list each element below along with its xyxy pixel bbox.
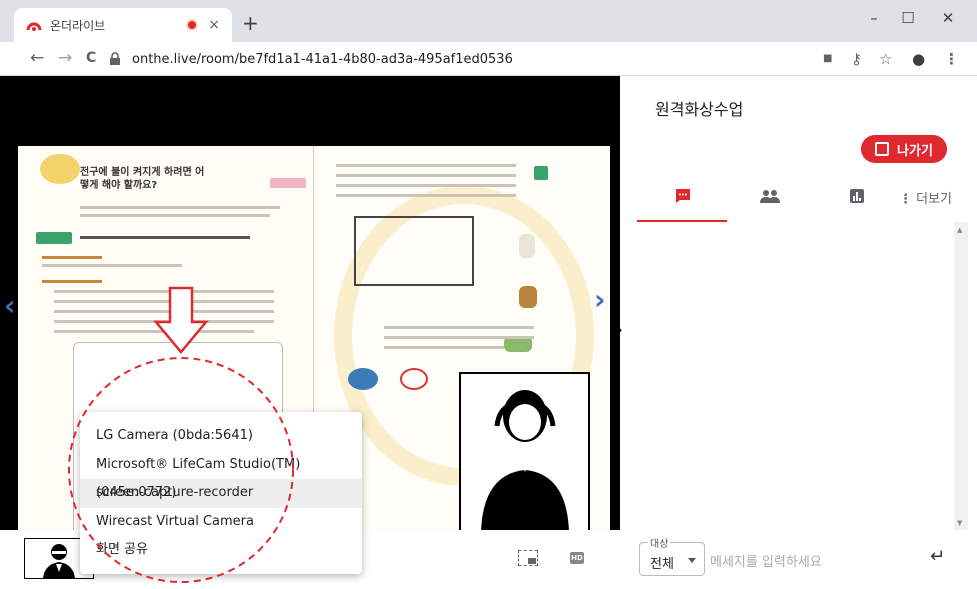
key-icon[interactable]: ⚷ [851,50,862,68]
reload-button[interactable]: C [86,48,96,68]
text-line [336,164,516,167]
bulb-component [519,234,535,258]
maximize-button[interactable]: ☐ [888,6,928,30]
exit-icon [875,142,890,156]
dropdown-caret-icon [688,558,696,563]
menu-item-screen-share[interactable]: 화면 공유 [80,536,362,565]
message-input[interactable]: 메세지를 입력하세요 [710,551,822,570]
text-line [54,320,274,323]
next-page-button[interactable]: › [594,286,606,314]
panel-tabs: ⋮ 더보기 [637,176,977,222]
more-tab[interactable]: ⋮ 더보기 [899,188,952,207]
section-badge [36,232,72,244]
camera-icon[interactable]: ■ [823,50,832,68]
chat-icon[interactable] [675,188,691,204]
text-line [80,206,280,209]
onthelive-logo-icon [26,22,42,31]
camera-source-menu: LG Camera (0bda:5641) Microsoft® LifeCam… [80,412,362,574]
exit-button[interactable]: 나가기 [861,135,947,163]
prev-page-button[interactable]: ‹ [4,292,16,320]
back-button[interactable]: ← [30,48,44,68]
scroll-down-icon[interactable]: ▼ [957,519,962,527]
browser-tab-strip: 온더라이브 × + – ☐ ✕ [0,0,977,42]
forward-button[interactable]: → [58,48,72,68]
remote-participant-video [459,372,590,534]
picture-in-picture-button[interactable] [518,550,538,566]
class-side-panel: 원격화상수업 나가기 ⋮ 더보기 [637,76,977,585]
text-line [384,346,504,349]
lock-icon [110,52,120,65]
recording-indicator-icon [186,19,199,31]
page-tag [270,178,306,188]
text-line [42,256,102,259]
recipient-label: 대상 [648,535,671,550]
text-line [384,336,534,339]
drawer-toggle-button[interactable]: › [616,320,623,339]
lightbulb-illustration [40,154,80,184]
circuit-diagram [354,216,474,286]
tab-close-button[interactable]: × [208,17,220,33]
exit-button-label: 나가기 [897,143,933,159]
chart-icon[interactable] [849,188,865,204]
socket-component [519,286,537,308]
address-bar: ← → C onthe.live/room/be7fd1a1-41a1-4b80… [0,42,977,76]
menu-item-screen-capture-recorder[interactable]: screen-capture-recorder [80,479,362,508]
text-line [336,194,516,197]
menu-item-lg-camera[interactable]: LG Camera (0bda:5641) [80,422,362,451]
text-line [42,280,102,283]
person-avatar-icon [481,390,569,532]
hd-quality-button[interactable]: HD [570,552,584,564]
menu-item-lifecam[interactable]: Microsoft® LifeCam Studio(TM) (045e:0772… [80,451,362,500]
text-line [384,326,534,329]
browser-tab[interactable]: 온더라이브 × [14,8,232,42]
lesson-title: 전구에 불이 켜지게 하려면 어떻게 해야 할까요? [80,167,205,191]
bookmark-star-icon[interactable]: ☆ [879,50,892,68]
text-line [42,264,182,267]
url-text: onthe.live/room/be7fd1a1-41a1-4b80-ad3a-… [132,51,513,67]
text-line [54,310,274,313]
text-line [336,184,516,187]
switch-component [348,368,378,390]
menu-item-wirecast[interactable]: Wirecast Virtual Camera [80,508,362,537]
scroll-up-icon[interactable]: ▲ [957,226,962,234]
text-line [54,300,274,303]
panel-title: 원격화상수업 [655,100,744,119]
send-button[interactable]: ↵ [930,546,945,567]
tab-title: 온더라이브 [50,18,106,33]
new-tab-button[interactable]: + [242,13,259,33]
account-icon[interactable]: ● [912,50,925,68]
text-line [80,214,270,217]
chat-scrollbar[interactable] [954,222,968,530]
text-line [54,330,254,333]
browser-menu-icon[interactable]: ⋮ [944,50,959,68]
more-vert-icon: ⋮ [899,192,912,207]
url-field[interactable]: onthe.live/room/be7fd1a1-41a1-4b80-ad3a-… [108,46,888,72]
more-tab-label: 더보기 [916,192,953,207]
unit-badge [534,166,548,180]
close-window-button[interactable]: ✕ [928,6,968,30]
chat-messages-area [637,222,977,532]
wire-component [400,368,428,390]
recipient-value: 전체 [650,557,674,572]
people-icon[interactable] [759,188,781,204]
text-line [80,236,250,239]
text-line [54,290,274,293]
text-line [336,174,516,177]
